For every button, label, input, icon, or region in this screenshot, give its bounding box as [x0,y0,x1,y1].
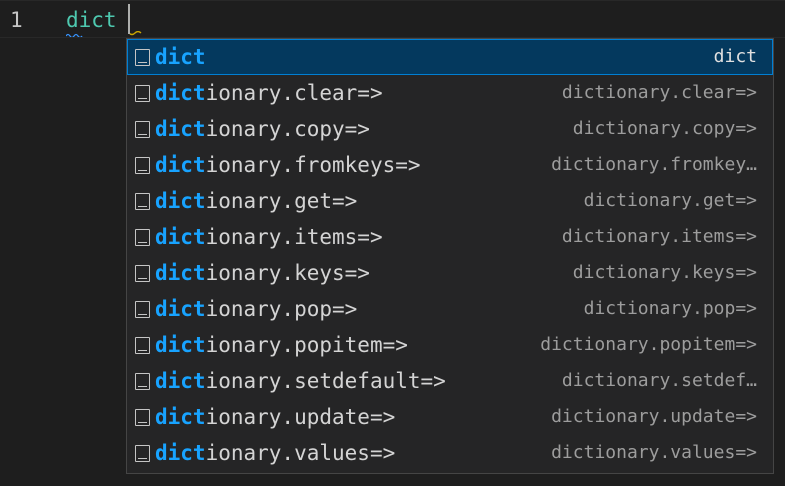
suggestion-match: dict [155,153,206,177]
suggestion-item[interactable]: dictionary.values=> dictionary.values=> [127,435,773,471]
suggestion-item[interactable]: dictionary.pop=> dictionary.pop=> [127,291,773,327]
suggestion-item[interactable]: dictionary.items=> dictionary.items=> [127,219,773,255]
suggestion-detail: dictionary.pop=> [583,298,757,319]
suggestion-label: dictionary.values=> [155,439,395,467]
snippet-icon [135,228,150,246]
snippet-icon [135,120,150,138]
suggestion-item[interactable]: dictionary.update=> dictionary.update=> [127,399,773,435]
suggestion-match: dict [155,333,206,357]
suggestion-rest: ionary.update=> [205,405,396,429]
suggestion-match: dict [155,405,206,429]
suggestion-item[interactable]: dictionary.setdefault=> dictionary.setdef… [127,363,773,399]
suggestion-detail: dictionary.update=> [551,406,757,427]
code-line[interactable]: dict [66,6,117,34]
suggestion-rest: ionary.clear=> [205,81,383,105]
suggestion-item[interactable]: dictionary.fromkeys=> dictionary.fromkey… [127,147,773,183]
suggestion-label: dictionary.get=> [155,187,357,215]
suggestion-rest: ionary.get=> [205,189,358,213]
suggestion-label: dictionary.items=> [155,223,383,251]
snippet-icon [135,336,150,354]
suggestion-match: dict [155,225,206,249]
snippet-icon [135,408,150,426]
suggestion-item[interactable]: dictionary.keys=> dictionary.keys=> [127,255,773,291]
suggestion-detail: dict [713,46,757,67]
suggestion-rest: ionary.fromkeys=> [205,153,421,177]
suggestion-item[interactable]: dictionary.get=> dictionary.get=> [127,183,773,219]
suggestion-label: dictionary.fromkeys=> [155,151,421,179]
suggestion-match: dict [155,81,206,105]
suggestion-rest: ionary.setdefault=> [205,369,446,393]
snippet-icon [135,444,150,462]
snippet-icon [135,84,150,102]
suggestion-detail: dictionary.items=> [561,226,757,247]
suggestion-label: dictionary.keys=> [155,259,370,287]
suggestion-label: dict [155,43,206,71]
suggestion-item[interactable]: dictionary.copy=> dictionary.copy=> [127,111,773,147]
suggestion-rest: ionary.pop=> [205,297,358,321]
suggestion-detail: dictionary.clear=> [561,82,757,103]
warning-squiggle [66,33,83,37]
suggestion-detail: dictionary.keys=> [572,262,757,283]
suggestion-label: dictionary.update=> [155,403,395,431]
line-number: 1 [10,8,23,32]
suggestion-detail: dictionary.fromkey… [551,154,757,175]
suggestion-label: dictionary.pop=> [155,295,357,323]
suggestion-rest: ionary.values=> [205,441,396,465]
snippet-icon [135,48,150,66]
snippet-icon [135,264,150,282]
suggestion-label: dictionary.copy=> [155,115,370,143]
text-cursor [128,4,130,34]
suggestion-detail: dictionary.copy=> [572,118,757,139]
suggestion-match: dict [155,297,206,321]
suggestion-item[interactable]: dictionary.clear=> dictionary.clear=> [127,75,773,111]
suggestion-rest: ionary.keys=> [205,261,370,285]
suggest-widget[interactable]: dict dict dictionary.clear=> dictionary.cle… [126,38,774,474]
suggestion-match: dict [155,45,206,69]
suggestion-match: dict [155,369,206,393]
suggestion-item[interactable]: dictionary.popitem=> dictionary.popitem=> [127,327,773,363]
suggestion-label: dictionary.clear=> [155,79,383,107]
suggestion-detail: dictionary.setdef… [561,370,757,391]
suggestion-label: dictionary.setdefault=> [155,367,446,395]
suggestion-rest: ionary.items=> [205,225,383,249]
current-line-highlight [0,0,785,38]
suggestion-label: dictionary.popitem=> [155,331,408,359]
suggestion-item[interactable]: dict dict [127,39,773,75]
suggestion-match: dict [155,117,206,141]
suggestion-match: dict [155,261,206,285]
snippet-icon [135,192,150,210]
snippet-icon [135,300,150,318]
snippet-icon [135,156,150,174]
suggestion-rest: ionary.popitem=> [205,333,408,357]
snippet-icon [135,372,150,390]
suggestion-rest: ionary.copy=> [205,117,370,141]
suggestion-detail: dictionary.popitem=> [540,334,757,355]
suggestion-detail: dictionary.values=> [551,442,757,463]
suggest-squiggle [128,31,142,36]
suggestion-match: dict [155,189,206,213]
suggestion-match: dict [155,441,206,465]
suggestion-detail: dictionary.get=> [583,190,757,211]
